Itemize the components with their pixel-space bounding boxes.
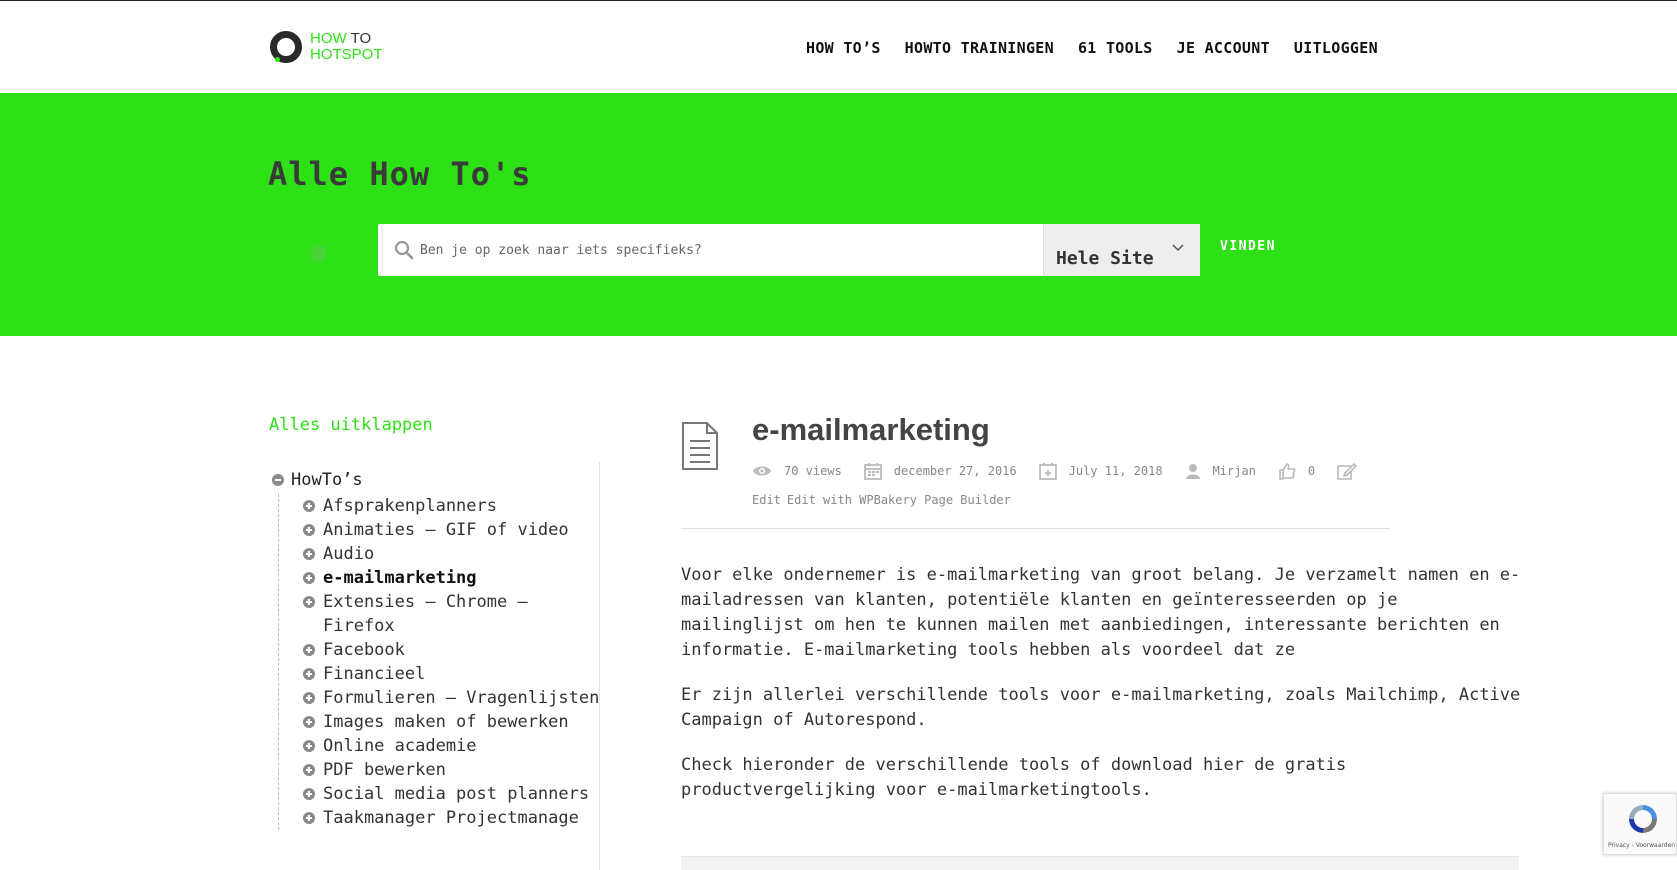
recaptcha-text: Privacy - Voorwaarden	[1608, 842, 1676, 849]
document-icon	[682, 422, 718, 470]
expand-icon[interactable]	[303, 740, 315, 752]
search-box: Hele Site	[378, 224, 1200, 276]
chevron-down-icon	[1172, 244, 1184, 252]
expand-icon[interactable]	[303, 788, 315, 800]
views-meta: 70 views	[752, 464, 842, 478]
collapse-icon[interactable]	[272, 474, 284, 486]
tree-root-label: HowTo’s	[291, 470, 363, 490]
tree-item-images[interactable]: Images maken of bewerken	[303, 710, 602, 734]
tree-children: Afsprakenplanners Animaties – GIF of vid…	[278, 494, 602, 830]
article-body: Voor elke ondernemer is e-mailmarketing …	[681, 563, 1521, 823]
content-box-top	[681, 856, 1519, 870]
expand-all-link[interactable]: Alles uitklappen	[269, 415, 433, 435]
page-title: Alle How To's	[268, 155, 532, 193]
tree-item-extensies[interactable]: Extensies – Chrome – Firefox	[303, 590, 602, 638]
calendar-plus-icon	[1038, 463, 1057, 480]
edit-wpbakery-link[interactable]: Edit with WPBakery Page Builder	[787, 493, 1011, 507]
nav-howto-trainingen[interactable]: HOWTO TRAININGEN	[905, 39, 1054, 57]
edit-links: Edit Edit with WPBakery Page Builder	[752, 493, 1017, 507]
article-paragraph: Voor elke ondernemer is e-mailmarketing …	[681, 565, 1521, 660]
expand-icon[interactable]	[303, 524, 315, 536]
recaptcha-badge[interactable]: Privacy - Voorwaarden	[1603, 793, 1677, 855]
article-paragraph: Er zijn allerlei verschillende tools voo…	[681, 685, 1521, 730]
logo-text: HOW TO HOTSPOT	[310, 30, 383, 63]
tree-item-e-mailmarketing[interactable]: e-mailmarketing	[303, 566, 602, 590]
expand-icon[interactable]	[303, 548, 315, 560]
article-meta: 70 views december 27, 2016 July 11, 2018…	[752, 462, 1391, 480]
top-header: HOW TO HOTSPOT HOW TO’S HOWTO TRAININGEN…	[0, 0, 1677, 93]
edit-pencil-icon[interactable]	[1337, 462, 1358, 480]
decorative-dot	[311, 245, 327, 261]
article-title: e-mailmarketing	[752, 412, 990, 447]
nav-uitloggen[interactable]: UITLOGGEN	[1294, 39, 1378, 57]
nav-how-tos[interactable]: HOW TO’S	[806, 39, 881, 57]
main-nav: HOW TO’S HOWTO TRAININGEN 61 TOOLS JE AC…	[806, 39, 1402, 57]
thumbs-up-icon[interactable]	[1278, 462, 1296, 480]
tree-root-howtos[interactable]: HowTo’s	[272, 470, 602, 490]
tree-item-animaties[interactable]: Animaties – GIF of video	[303, 518, 602, 542]
article-divider	[681, 528, 1390, 529]
tree-item-audio[interactable]: Audio	[303, 542, 602, 566]
search-input[interactable]	[420, 224, 1020, 276]
author-meta: Mirjan	[1185, 463, 1256, 479]
category-tree: HowTo’s Afsprakenplanners Animaties – GI…	[272, 470, 602, 830]
logo-ring-icon	[270, 31, 302, 63]
tree-item-online-academie[interactable]: Online academie	[303, 734, 602, 758]
expand-icon[interactable]	[303, 812, 315, 824]
sidebar-divider	[599, 462, 600, 870]
calendar-icon	[863, 463, 882, 480]
tree-item-social-media[interactable]: Social media post planners	[303, 782, 602, 806]
expand-icon[interactable]	[303, 596, 315, 608]
tree-item-facebook[interactable]: Facebook	[303, 638, 602, 662]
expand-icon[interactable]	[303, 668, 315, 680]
tree-item-afsprakenplanners[interactable]: Afsprakenplanners	[303, 494, 602, 518]
expand-icon[interactable]	[303, 572, 315, 584]
expand-icon[interactable]	[303, 692, 315, 704]
edit-link[interactable]: Edit	[752, 493, 781, 507]
expand-icon[interactable]	[303, 644, 315, 656]
tree-item-taakmanager[interactable]: Taakmanager Projectmanage	[303, 806, 602, 830]
nav-61-tools[interactable]: 61 TOOLS	[1078, 39, 1153, 57]
edit-meta[interactable]	[1337, 462, 1369, 480]
search-scope-value: Hele Site	[1056, 248, 1154, 269]
created-date-meta: december 27, 2016	[863, 462, 1017, 480]
modified-date-meta: July 11, 2018	[1038, 462, 1163, 480]
logo[interactable]: HOW TO HOTSPOT	[270, 27, 400, 67]
article-paragraph: Check hieronder de verschillende tools o…	[681, 755, 1347, 800]
recaptcha-icon	[1629, 805, 1657, 833]
expand-icon[interactable]	[303, 500, 315, 512]
tree-item-formulieren[interactable]: Formulieren – Vragenlijsten	[303, 686, 602, 710]
search-scope-select[interactable]: Hele Site	[1043, 224, 1200, 276]
tree-item-pdf-bewerken[interactable]: PDF bewerken	[303, 758, 602, 782]
expand-icon[interactable]	[303, 764, 315, 776]
eye-icon	[753, 466, 771, 476]
nav-je-account[interactable]: JE ACCOUNT	[1177, 39, 1270, 57]
user-icon	[1185, 464, 1200, 479]
tree-item-financieel[interactable]: Financieel	[303, 662, 602, 686]
search-icon	[394, 240, 414, 260]
expand-icon[interactable]	[303, 716, 315, 728]
likes-meta[interactable]: 0	[1278, 462, 1315, 480]
find-button[interactable]: VINDEN	[1220, 239, 1276, 254]
hero-banner: Alle How To's Hele Site VINDEN	[0, 93, 1677, 336]
